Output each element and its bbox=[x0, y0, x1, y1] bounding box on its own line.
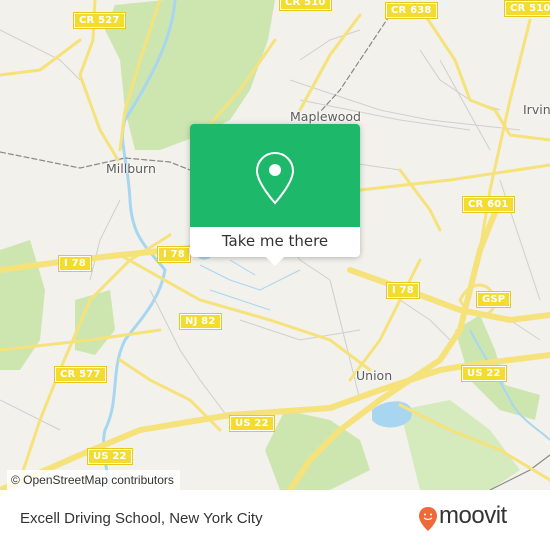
place-label-irvington: Irvin bbox=[523, 102, 550, 117]
road-shield-nj82: NJ 82 bbox=[179, 313, 222, 330]
road-shield-us22-west: US 22 bbox=[87, 448, 133, 465]
moovit-logo-icon bbox=[419, 507, 437, 531]
moovit-brand[interactable]: moovit bbox=[439, 502, 507, 530]
map-pin-icon bbox=[255, 151, 295, 205]
road-shield-i78-center: I 78 bbox=[157, 246, 191, 263]
road-shield-cr510: CR 510 bbox=[279, 0, 332, 11]
take-me-there-button[interactable]: Take me there bbox=[190, 227, 360, 257]
map-view[interactable]: Maplewood Millburn Irvin Union CR 527 CR… bbox=[0, 0, 550, 490]
place-name: Excell Driving School, New York City bbox=[20, 510, 263, 527]
place-label-union: Union bbox=[356, 368, 393, 383]
location-popup[interactable]: Take me there bbox=[190, 124, 360, 266]
road-shield-cr510-east: CR 510 bbox=[504, 0, 550, 17]
road-shield-i78-east: I 78 bbox=[386, 282, 420, 299]
road-shield-cr527: CR 527 bbox=[73, 12, 126, 29]
road-shield-us22-center: US 22 bbox=[229, 415, 275, 432]
road-shield-cr577: CR 577 bbox=[54, 366, 107, 383]
place-label-maplewood: Maplewood bbox=[290, 109, 361, 124]
road-shield-cr601: CR 601 bbox=[462, 196, 515, 213]
popup-tail bbox=[266, 257, 284, 266]
map-attribution[interactable]: © OpenStreetMap contributors bbox=[7, 470, 180, 490]
place-label-millburn: Millburn bbox=[106, 161, 156, 176]
popup-header[interactable] bbox=[190, 124, 360, 227]
road-shield-cr638: CR 638 bbox=[385, 2, 438, 19]
road-shield-i78-west: I 78 bbox=[58, 255, 92, 272]
road-shield-gsp: GSP bbox=[475, 291, 512, 308]
road-shield-us22-east: US 22 bbox=[461, 365, 507, 382]
